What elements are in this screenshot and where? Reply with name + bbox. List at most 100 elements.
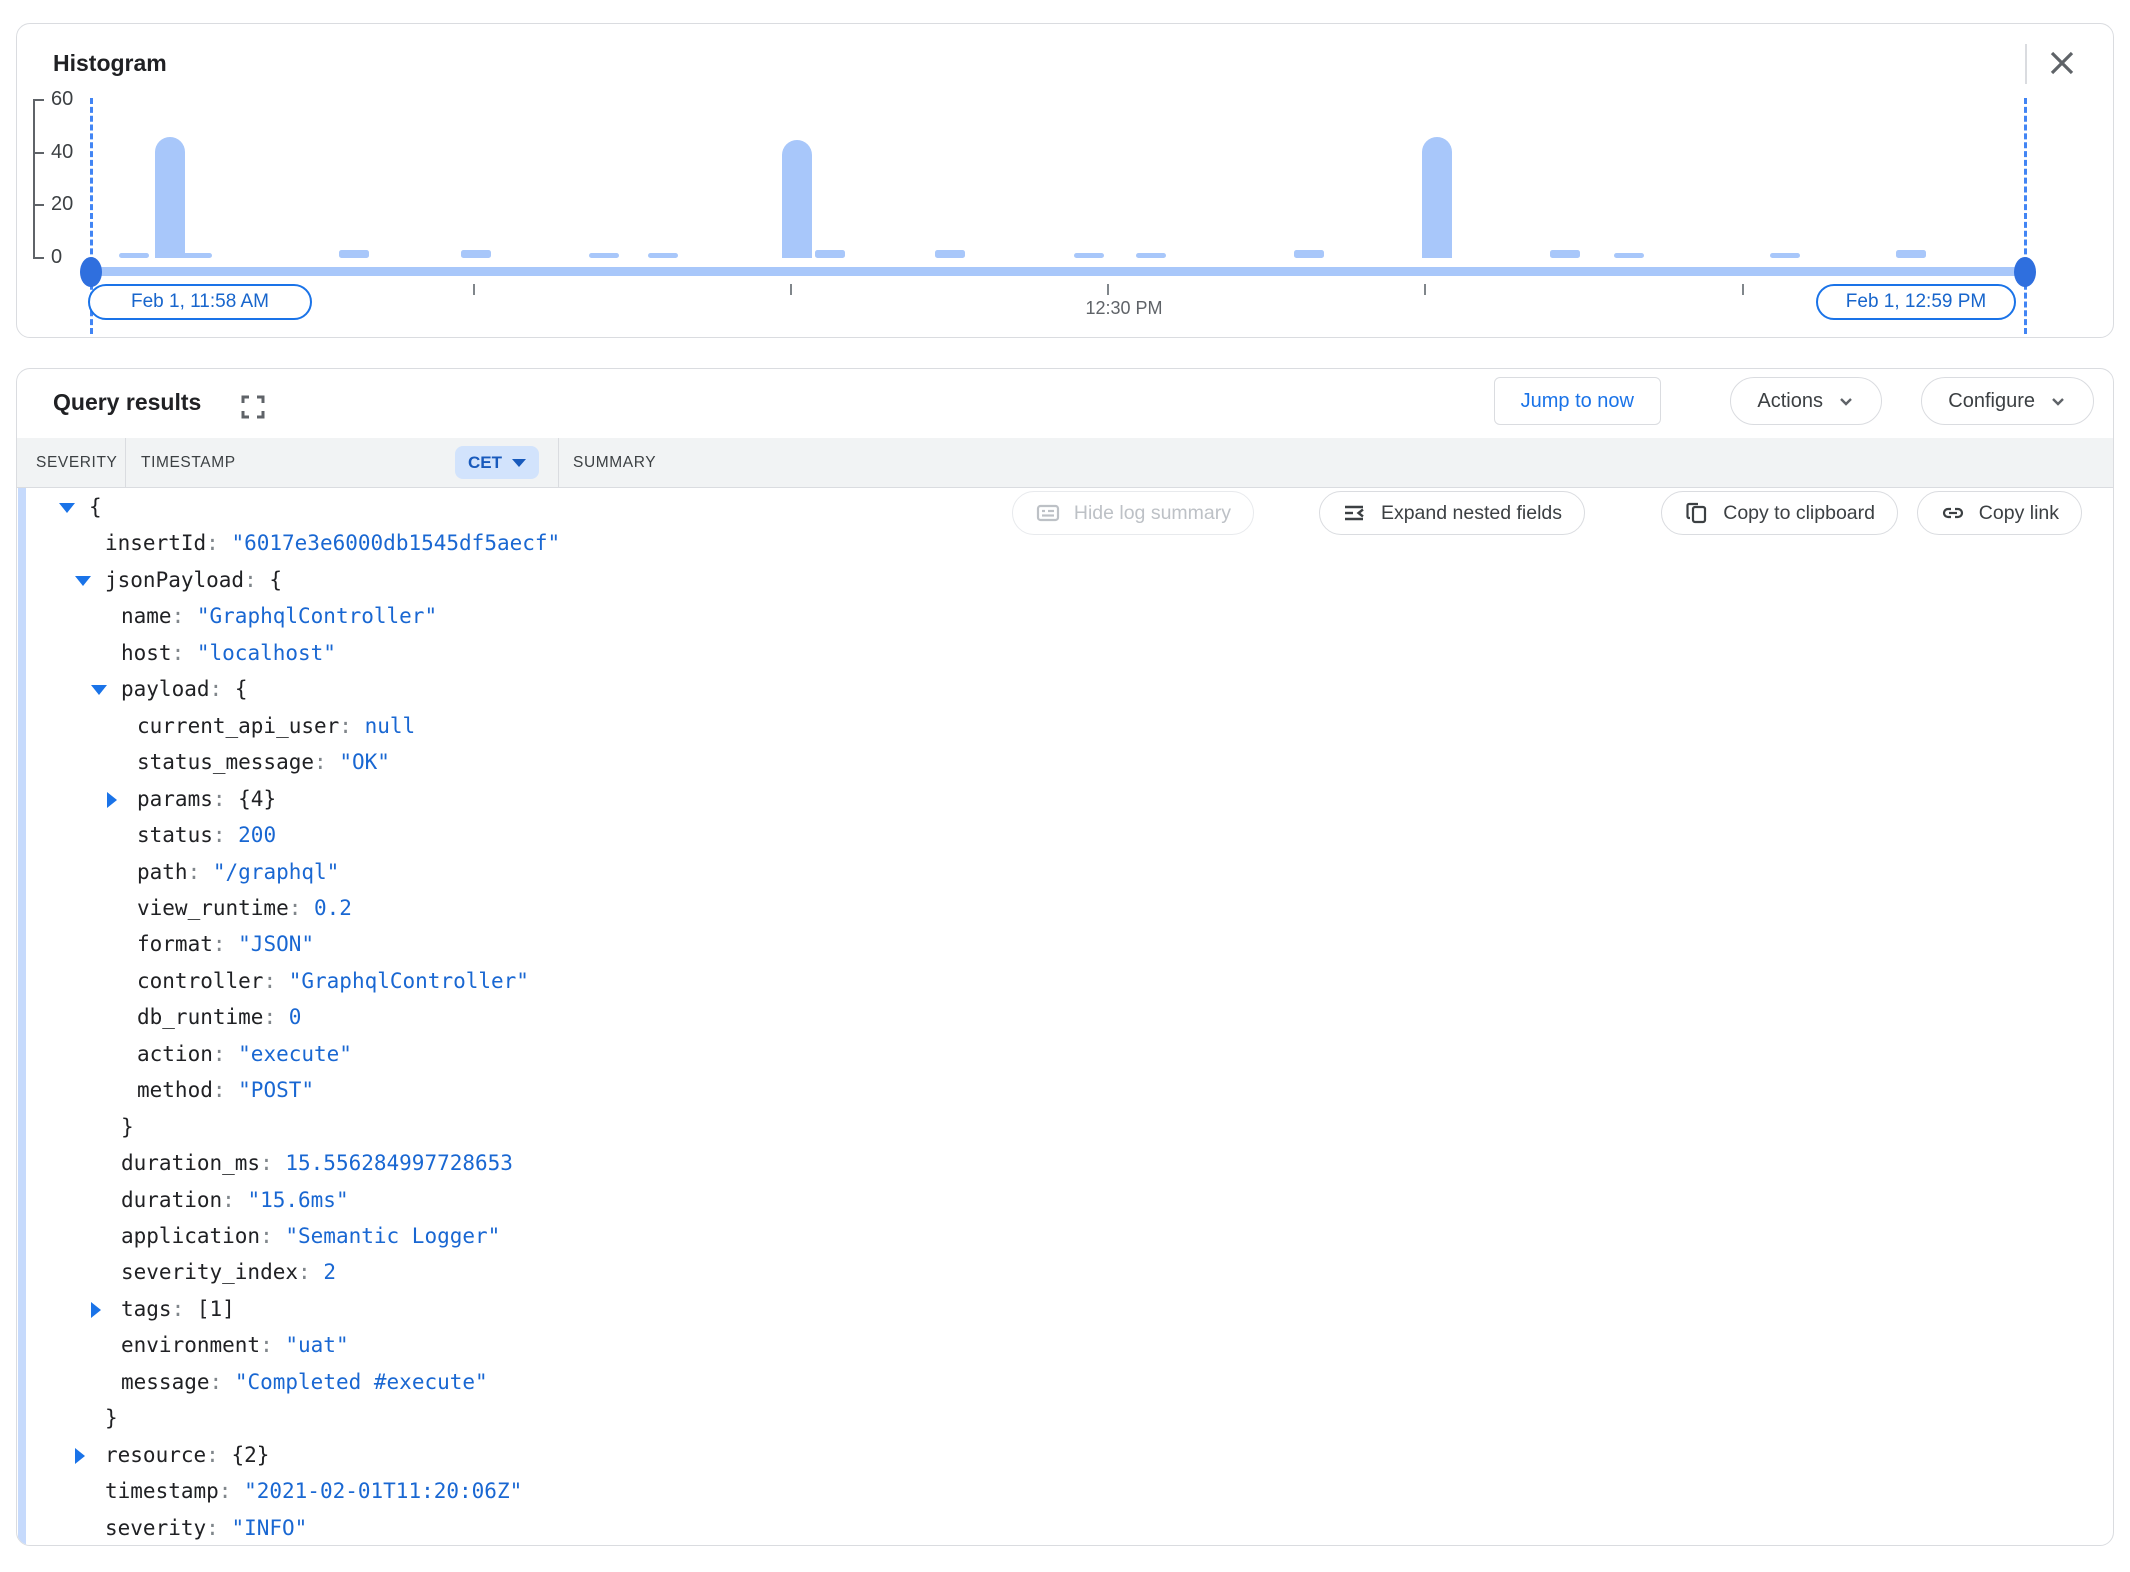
close-icon[interactable] [2045,46,2079,80]
json-key: application [121,1224,260,1248]
y-axis-tick [33,152,44,154]
json-line: host: "localhost" [17,635,336,672]
histogram-title: Histogram [53,50,167,77]
json-value: 2 [323,1260,336,1284]
timezone-label: CET [468,453,502,473]
json-brace: { [89,495,102,519]
chevron-down-icon [2049,392,2067,410]
range-start-pill[interactable]: Feb 1, 11:58 AM [88,284,312,320]
histogram-bar [339,250,369,258]
histogram-bar [1422,137,1452,258]
json-line: duration_ms: 15.556284997728653 [17,1145,513,1182]
column-severity: SEVERITY [36,454,117,472]
histogram-bar [782,140,812,259]
collapse-expander-icon[interactable] [59,503,75,513]
json-value: "JSON" [238,932,314,956]
json-value: 15.556284997728653 [285,1151,513,1175]
json-brace: } [121,1115,134,1139]
json-value: "/graphql" [213,860,339,884]
json-line: tags: [1] [17,1291,235,1328]
copy-to-clipboard-button[interactable]: Copy to clipboard [1661,491,1898,535]
hide-log-summary-button[interactable]: Hide log summary [1012,491,1254,535]
configure-button[interactable]: Configure [1921,377,2094,425]
histogram-bar [119,253,149,258]
json-value: "POST" [238,1078,314,1102]
json-value: {2} [231,1443,269,1467]
histogram-bar [648,253,678,258]
json-key: view_runtime [137,896,289,920]
json-colon: : [188,860,213,884]
json-line: method: "POST" [17,1072,314,1109]
slider-handle-end[interactable] [2014,257,2036,287]
collapse-expander-icon[interactable] [75,576,91,586]
json-colon: : [172,641,197,665]
hide-log-summary-label: Hide log summary [1074,502,1231,525]
json-line: application: "Semantic Logger" [17,1218,500,1255]
jump-to-now-button[interactable]: Jump to now [1494,377,1661,425]
time-range-slider-track[interactable] [91,267,2025,276]
logs-explorer-page: Histogram 6040200 Feb 1, 11:58 AM Feb 1,… [0,0,2130,1572]
json-key: action [137,1042,213,1066]
json-value: "INFO" [231,1516,307,1540]
y-axis-tick [33,257,44,259]
histogram-bar [935,250,965,258]
copy-link-button[interactable]: Copy link [1917,491,2082,535]
json-line: resource: {2} [17,1437,269,1474]
actions-button[interactable]: Actions [1730,377,1882,425]
json-key: status [137,823,213,847]
json-line: path: "/graphql" [17,854,339,891]
json-value: 0.2 [314,896,352,920]
y-axis-tick-label: 40 [51,141,73,164]
json-key: host [121,641,172,665]
json-key: tags [121,1297,172,1321]
json-colon: : [260,1151,285,1175]
json-key: jsonPayload [105,568,244,592]
json-line: message: "Completed #execute" [17,1364,488,1401]
json-colon: : [172,604,197,628]
expand-expander-icon[interactable] [91,1302,101,1318]
json-line: status: 200 [17,817,276,854]
jump-to-now-label: Jump to now [1521,390,1634,413]
json-colon: : [213,932,238,956]
slider-handle-start[interactable] [80,257,102,287]
results-table-header: SEVERITY TIMESTAMP CET SUMMARY [17,438,2113,488]
y-axis-tick-label: 0 [51,246,62,269]
json-value: { [269,568,282,592]
expand-expander-icon[interactable] [75,1448,85,1464]
json-colon: : [260,1333,285,1357]
histogram-bar [1136,253,1166,258]
json-key: params [137,787,213,811]
json-line: name: "GraphqlController" [17,598,437,635]
y-axis-tick [33,204,44,206]
json-value: "15.6ms" [247,1188,348,1212]
fullscreen-icon[interactable] [239,393,267,421]
json-line: payload: { [17,671,247,708]
json-value: "Completed #execute" [235,1370,488,1394]
json-line: insertId: "6017e3e6000db1545df5aecf" [17,525,560,562]
x-axis-tick [790,284,792,295]
chevron-down-icon [1837,392,1855,410]
json-value: "2021-02-01T11:20:06Z" [244,1479,522,1503]
link-icon [1940,500,1966,526]
range-end-pill[interactable]: Feb 1, 12:59 PM [1816,284,2016,320]
summary-icon [1035,500,1061,526]
json-line: status_message: "OK" [17,744,390,781]
configure-label: Configure [1948,390,2035,413]
axis-mid-time-label: 12:30 PM [1041,298,1207,319]
json-value: { [235,677,248,701]
json-key: payload [121,677,210,701]
json-colon: : [206,531,231,555]
expand-nested-fields-label: Expand nested fields [1381,502,1562,525]
json-value: "6017e3e6000db1545df5aecf" [231,531,560,555]
histogram-bar [461,250,491,258]
json-line: } [17,1109,134,1146]
expand-nested-fields-button[interactable]: Expand nested fields [1319,491,1585,535]
json-line: current_api_user: null [17,708,415,745]
collapse-expander-icon[interactable] [91,685,107,695]
timezone-chip[interactable]: CET [455,446,539,479]
column-timestamp: TIMESTAMP [141,454,236,472]
expand-expander-icon[interactable] [107,792,117,808]
column-divider [125,438,126,487]
json-line: jsonPayload: { [17,562,282,599]
y-axis-line [33,99,35,259]
